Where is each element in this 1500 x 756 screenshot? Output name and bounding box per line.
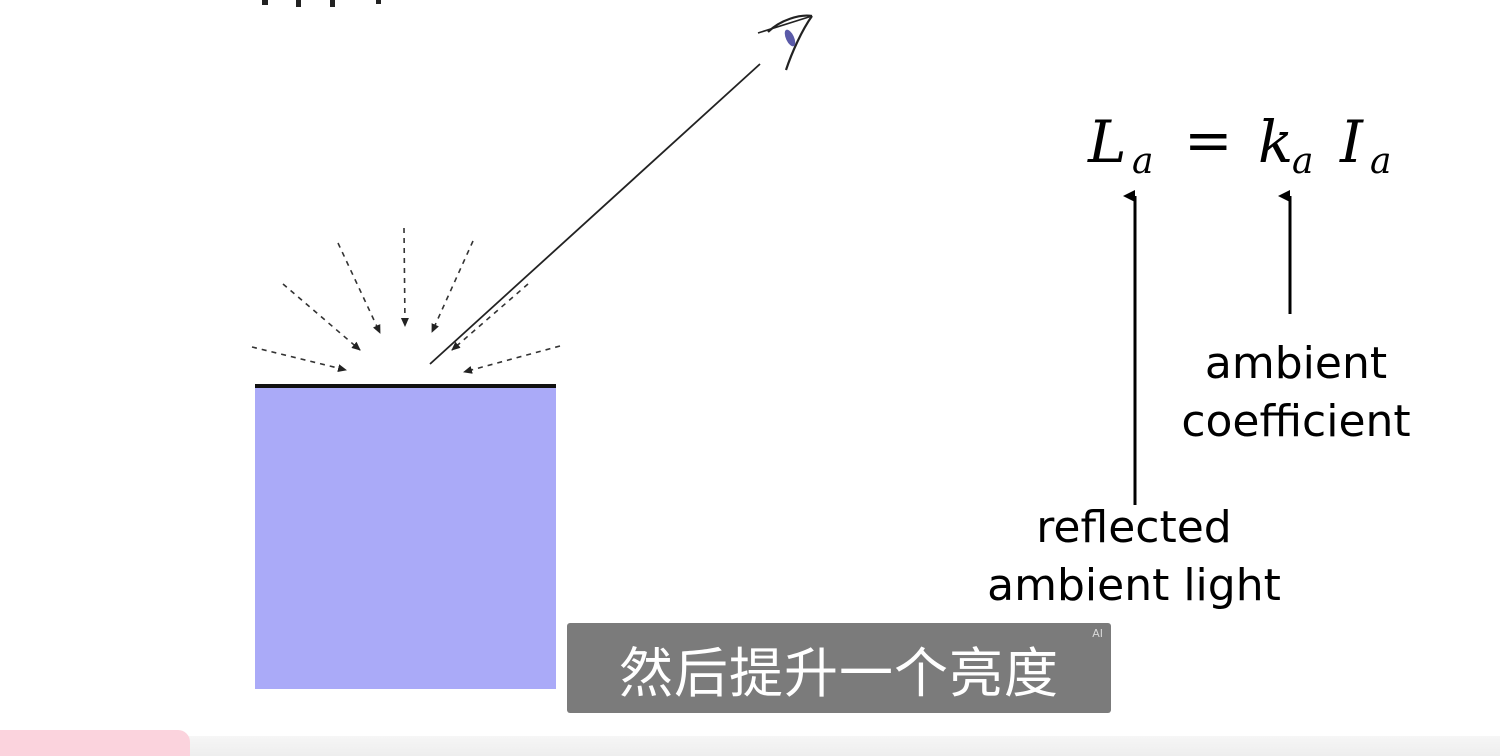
ambient-ray — [463, 345, 561, 374]
eq-lhs: L — [1087, 108, 1127, 176]
coef-label-line1: ambient — [1205, 338, 1387, 389]
ambient-equation: L a = k a I a — [1087, 106, 1391, 182]
lecture-slide: L a = k a I a ambient coefficient reflec… — [0, 0, 1500, 756]
eq-intensity-sub: a — [1370, 141, 1391, 182]
ambient-ray — [337, 242, 381, 334]
subtitle-text: 然后提升一个亮度 — [619, 641, 1059, 705]
ambient-ray — [251, 346, 347, 372]
eye-icon — [757, 14, 813, 71]
eq-equals: = — [1184, 106, 1233, 174]
coef-label-line2: coefficient — [1181, 396, 1410, 447]
eq-lhs-sub: a — [1132, 141, 1153, 182]
view-ray — [429, 63, 761, 365]
reflected-label-line2: ambient light — [987, 560, 1281, 611]
ambient-ray — [400, 227, 409, 327]
eq-coef-sub: a — [1292, 141, 1313, 182]
eq-intensity: I — [1339, 108, 1364, 176]
reflected-label-line1: reflected — [1036, 502, 1231, 553]
surface-block — [255, 386, 556, 689]
pink-tab — [0, 730, 190, 756]
ambient-rays — [251, 227, 561, 374]
ambient-ray — [282, 283, 361, 351]
ambient-ray — [431, 240, 474, 333]
bottom-bar — [0, 736, 1500, 756]
cropped-text-top — [262, 0, 381, 7]
subtitle-caption: 然后提升一个亮度 AI — [567, 623, 1111, 713]
ambient-ray — [451, 283, 529, 351]
eq-coef: k — [1258, 108, 1293, 176]
ai-badge: AI — [1092, 627, 1103, 640]
